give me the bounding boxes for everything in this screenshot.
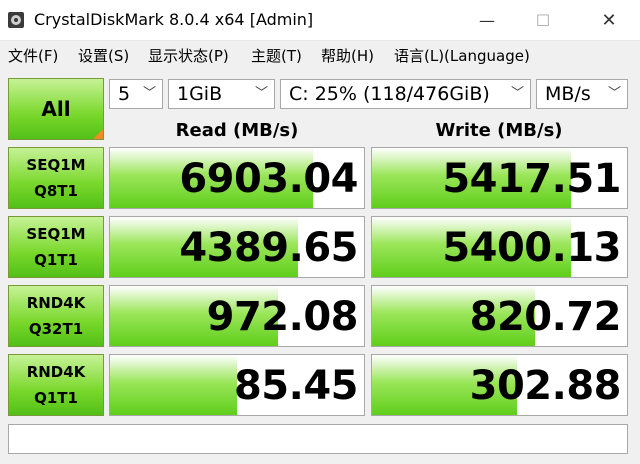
maximize-button[interactable]: ☐ xyxy=(520,0,566,40)
test-param: Q8T1 xyxy=(34,182,78,200)
count-select[interactable]: 5 ﹀ xyxy=(109,79,163,109)
menu-theme[interactable]: 主题(T) xyxy=(251,45,302,66)
chevron-down-icon: ﹀ xyxy=(607,86,621,101)
read-result: 4389.65 xyxy=(109,216,365,278)
test-name: RND4K xyxy=(26,363,86,381)
chevron-down-icon: ﹀ xyxy=(510,86,524,101)
test-name: SEQ1M xyxy=(26,225,86,243)
comment-input[interactable] xyxy=(8,424,628,454)
test-button-rnd4k-q32t1[interactable]: RND4K Q32T1 xyxy=(8,285,104,347)
close-button[interactable]: ✕ xyxy=(586,0,632,40)
corner-marker xyxy=(93,129,103,139)
all-button[interactable]: All xyxy=(8,78,104,140)
menu-file[interactable]: 文件(F) xyxy=(8,45,58,66)
read-result: 85.45 xyxy=(109,354,365,416)
size-value: 1GiB xyxy=(177,83,223,105)
menu-settings[interactable]: 设置(S) xyxy=(78,45,129,66)
write-value: 5400.13 xyxy=(442,225,621,271)
test-param: Q1T1 xyxy=(34,251,78,269)
read-bar xyxy=(110,355,237,415)
unit-select[interactable]: MB/s ﹀ xyxy=(536,79,628,109)
write-header: Write (MB/s) xyxy=(435,120,563,141)
read-value: 85.45 xyxy=(233,363,359,409)
chevron-down-icon: ﹀ xyxy=(254,86,268,101)
read-value: 972.08 xyxy=(206,294,359,340)
read-result: 6903.04 xyxy=(109,147,365,209)
read-value: 4389.65 xyxy=(179,225,358,271)
menu-bar: 文件(F) 设置(S) 显示状态(P) 主题(T) 帮助(H) 语言(L)(La… xyxy=(0,41,640,66)
test-button-seq1m-q8t1[interactable]: SEQ1M Q8T1 xyxy=(8,147,104,209)
test-button-rnd4k-q1t1[interactable]: RND4K Q1T1 xyxy=(8,354,104,416)
count-value: 5 xyxy=(118,83,131,105)
write-result: 5417.51 xyxy=(371,147,628,209)
read-value: 6903.04 xyxy=(179,156,358,202)
minimize-button[interactable]: — xyxy=(464,0,510,40)
window-title: CrystalDiskMark 8.0.4 x64 [Admin] xyxy=(34,10,314,29)
menu-help[interactable]: 帮助(H) xyxy=(321,45,374,66)
write-result: 302.88 xyxy=(371,354,628,416)
read-header: Read (MB/s) xyxy=(175,120,299,141)
size-select[interactable]: 1GiB ﹀ xyxy=(168,79,275,109)
test-param: Q1T1 xyxy=(34,389,78,407)
write-value: 302.88 xyxy=(469,363,622,409)
test-name: RND4K xyxy=(26,294,86,312)
disk-icon xyxy=(8,12,24,28)
write-value: 5417.51 xyxy=(442,156,621,202)
drive-select[interactable]: C: 25% (118/476GiB) ﹀ xyxy=(280,79,531,109)
menu-language[interactable]: 语言(L)(Language) xyxy=(394,45,530,66)
chevron-down-icon: ﹀ xyxy=(142,86,156,101)
read-result: 972.08 xyxy=(109,285,365,347)
write-result: 820.72 xyxy=(371,285,628,347)
write-value: 820.72 xyxy=(469,294,622,340)
menu-display[interactable]: 显示状态(P) xyxy=(148,45,229,66)
all-button-label: All xyxy=(41,97,71,121)
write-result: 5400.13 xyxy=(371,216,628,278)
test-param: Q32T1 xyxy=(28,320,84,338)
unit-value: MB/s xyxy=(545,83,591,105)
test-button-seq1m-q1t1[interactable]: SEQ1M Q1T1 xyxy=(8,216,104,278)
test-name: SEQ1M xyxy=(26,156,86,174)
drive-value: C: 25% (118/476GiB) xyxy=(289,83,490,105)
title-bar: CrystalDiskMark 8.0.4 x64 [Admin] — ☐ ✕ xyxy=(0,0,640,41)
